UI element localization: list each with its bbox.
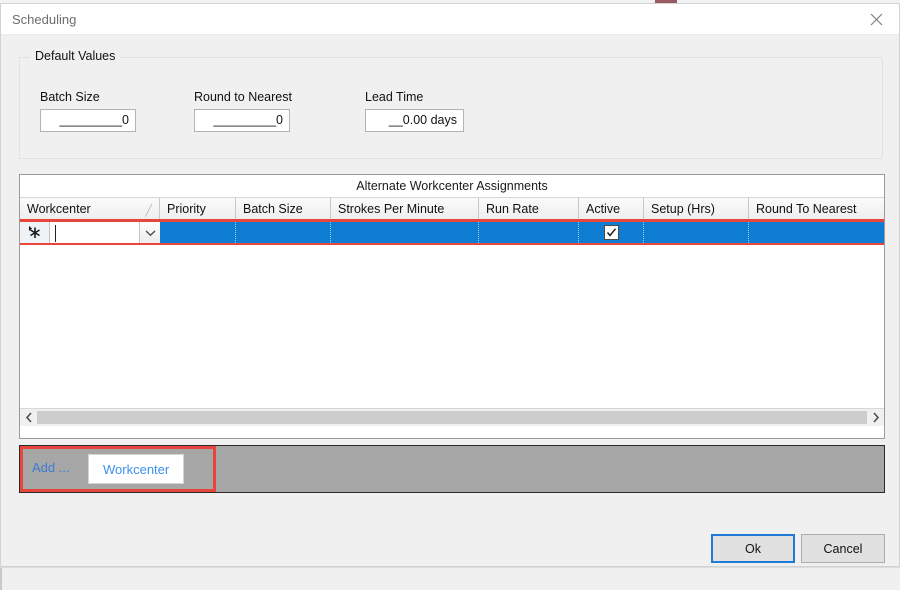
chevron-down-icon[interactable] <box>139 222 160 243</box>
round-to-nearest-input[interactable]: _________0 <box>194 109 290 132</box>
ok-button[interactable]: Ok <box>711 534 795 563</box>
column-header-round-to-nearest-label: Round To Nearest <box>756 201 857 216</box>
grid-empty-area <box>20 245 884 408</box>
grid-header-row: Workcenter ╱ Priority Batch Size Strokes… <box>20 197 884 221</box>
column-header-priority[interactable]: Priority <box>160 198 236 219</box>
column-header-setup-hrs[interactable]: Setup (Hrs) <box>644 198 749 219</box>
column-header-run-rate[interactable]: Run Rate <box>479 198 579 219</box>
background-window-bottom-edge <box>0 567 900 590</box>
active-checkbox[interactable] <box>603 225 619 240</box>
default-values-groupbox: Default Values Batch Size _________0 Rou… <box>19 49 883 159</box>
cell-strokes-per-minute[interactable] <box>331 222 479 243</box>
alternate-workcenter-grid: Alternate Workcenter Assignments Workcen… <box>19 174 885 439</box>
background-window-obscured-text <box>0 582 900 590</box>
chevron-right-icon[interactable] <box>867 409 884 426</box>
column-header-setup-hrs-label: Setup (Hrs) <box>651 201 715 216</box>
grid-horizontal-scrollbar[interactable] <box>20 408 884 426</box>
add-tab-button[interactable]: Add ... <box>32 460 70 475</box>
grid-caption: Alternate Workcenter Assignments <box>20 175 884 197</box>
cell-round-to-nearest[interactable] <box>749 222 884 243</box>
lead-time-input[interactable]: __0.00 days <box>365 109 464 132</box>
field-batch-size: Batch Size _________0 <box>40 90 136 132</box>
cancel-button[interactable]: Cancel <box>801 534 885 563</box>
column-header-strokes-per-minute[interactable]: Strokes Per Minute <box>331 198 479 219</box>
tab-workcenter-label: Workcenter <box>103 461 170 477</box>
scheduling-dialog: Scheduling Default Values Batch Size ___… <box>0 3 900 567</box>
cell-priority[interactable] <box>160 222 236 243</box>
cell-run-rate[interactable] <box>479 222 579 243</box>
cell-setup-hrs[interactable] <box>644 222 749 243</box>
default-values-legend: Default Values <box>30 49 121 63</box>
column-header-priority-label: Priority <box>167 201 206 216</box>
chevron-left-icon[interactable] <box>20 409 37 426</box>
round-to-nearest-label: Round to Nearest <box>194 90 292 104</box>
scrollbar-track[interactable] <box>37 411 867 424</box>
table-row[interactable] <box>20 221 884 245</box>
column-header-active-label: Active <box>586 201 621 216</box>
column-header-workcenter[interactable]: Workcenter ╱ <box>20 198 160 219</box>
field-lead-time: Lead Time __0.00 days <box>365 90 464 132</box>
column-header-round-to-nearest[interactable]: Round To Nearest <box>749 198 884 219</box>
column-header-batch-size[interactable]: Batch Size <box>236 198 331 219</box>
column-header-workcenter-label: Workcenter <box>27 201 91 216</box>
column-header-batch-size-label: Batch Size <box>243 201 303 216</box>
column-header-run-rate-label: Run Rate <box>486 201 539 216</box>
batch-size-input[interactable]: _________0 <box>40 109 136 132</box>
close-icon[interactable] <box>853 4 899 34</box>
sort-ascending-icon: ╱ <box>145 205 152 217</box>
field-round-to-nearest: Round to Nearest _________0 <box>194 90 292 132</box>
cell-active[interactable] <box>579 222 644 243</box>
workcenter-input[interactable] <box>50 222 139 243</box>
scrollbar-thumb[interactable] <box>37 411 867 424</box>
bottom-tabstrip: Add ... Workcenter <box>19 445 885 493</box>
tab-workcenter[interactable]: Workcenter <box>88 454 185 484</box>
workcenter-combobox[interactable] <box>50 222 160 243</box>
column-header-strokes-per-minute-label: Strokes Per Minute <box>338 201 445 216</box>
cell-batch-size[interactable] <box>236 222 331 243</box>
dialog-title: Scheduling <box>12 12 77 27</box>
column-header-active[interactable]: Active <box>579 198 644 219</box>
text-caret <box>55 225 56 242</box>
batch-size-label: Batch Size <box>40 90 100 104</box>
dialog-titlebar: Scheduling <box>1 4 899 35</box>
lead-time-label: Lead Time <box>365 90 424 104</box>
new-record-asterisk-icon[interactable] <box>20 222 50 243</box>
